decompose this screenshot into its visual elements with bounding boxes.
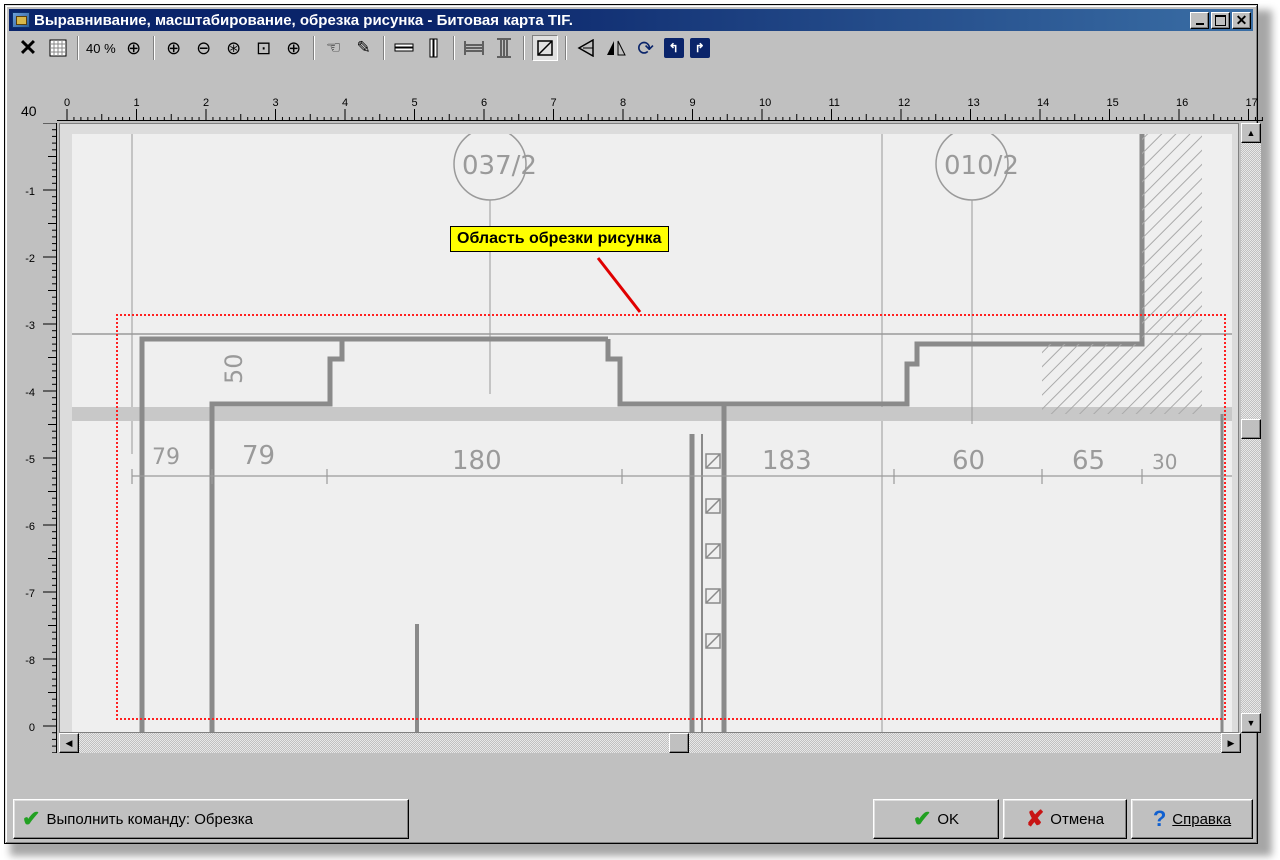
vertical-ruler: -1 -2 -3 -4 -5 -6 -7 -8 0 — [17, 123, 57, 753]
ruler-label: 1 — [134, 97, 140, 109]
ruler-label: 13 — [968, 97, 980, 109]
horizontal-ruler: 0 1 2 3 4 5 6 7 8 9 10 11 12 13 14 15 16 17 — [57, 95, 1263, 121]
checkmark-icon: ✔ — [912, 806, 932, 831]
vertical-align-icon[interactable] — [422, 35, 446, 61]
ruler-label: -1 — [25, 186, 35, 198]
mirror-icon[interactable] — [604, 35, 628, 61]
rotate-right-icon[interactable]: ↱ — [689, 38, 710, 58]
cancel-label: Отмена — [1050, 810, 1105, 828]
grid-icon[interactable] — [46, 35, 70, 61]
ruler-label: -7 — [25, 588, 35, 600]
ruler-label: 12 — [898, 97, 910, 109]
help-question-icon: ? — [1152, 806, 1167, 831]
crop-dialog-window: Выравнивание, масштабирование, обрезка р… — [4, 4, 1263, 844]
zoom-fit-icon[interactable]: ⊛ — [222, 35, 246, 61]
zoom-in-icon[interactable]: ⊕ — [162, 35, 186, 61]
cancel-button[interactable]: ✘ Отмена — [1003, 799, 1127, 839]
ruler-label: 16 — [1176, 97, 1188, 109]
ruler-label: 2 — [203, 97, 209, 109]
zoom-out-icon[interactable]: ⊖ — [192, 35, 216, 61]
toolbar-separator — [312, 36, 315, 60]
crop-area-callout: Область обрезки рисунка — [450, 226, 669, 252]
toolbar-separator — [522, 36, 525, 60]
vertical-scrollbar[interactable]: ▲ ▼ — [1241, 123, 1261, 733]
window-title: Выравнивание, масштабирование, обрезка р… — [34, 11, 573, 29]
ruler-label: 3 — [273, 97, 279, 109]
scroll-right-button[interactable]: ▶ — [1221, 733, 1241, 753]
toolbar-separator — [452, 36, 455, 60]
app-image-icon[interactable] — [12, 12, 30, 28]
help-label: Справка — [1172, 810, 1232, 828]
ruler-label: 0 — [29, 722, 35, 734]
zoom-window-icon[interactable]: ⊡ — [252, 35, 276, 61]
crop-icon[interactable] — [531, 35, 558, 61]
ruler-label: 5 — [412, 97, 418, 109]
ruler-label: -3 — [25, 320, 35, 332]
toolbar-separator — [382, 36, 385, 60]
fit-width-icon[interactable] — [462, 35, 486, 61]
rotate-left-icon[interactable]: ↰ — [663, 38, 684, 58]
horizontal-align-icon[interactable] — [392, 35, 416, 61]
ruler-label: 9 — [690, 97, 696, 109]
close-icon: ✕ — [1235, 12, 1248, 28]
ruler-label: 6 — [481, 97, 487, 109]
toolbar-separator — [77, 36, 79, 60]
ruler-label: 0 — [64, 97, 70, 109]
zoom-plus-icon[interactable]: ⊕ — [282, 35, 306, 61]
skew-icon[interactable] — [574, 35, 598, 61]
ruler-label: -4 — [25, 387, 35, 399]
ok-button[interactable]: ✔ OK — [873, 799, 999, 839]
ruler-label: 17 — [1246, 97, 1258, 109]
checkmark-icon: ✔ — [22, 806, 41, 831]
rotate-icon[interactable]: ⟳ — [634, 35, 658, 61]
horizontal-scroll-thumb[interactable] — [669, 733, 689, 753]
ruler-label: -8 — [25, 655, 35, 667]
ruler-label: -6 — [25, 521, 35, 533]
horizontal-scrollbar[interactable]: ◀ ▶ — [59, 733, 1241, 753]
close-x-icon[interactable]: ✕ — [16, 35, 40, 61]
image-canvas[interactable]: 037/2 010/2 79 79 180 183 60 65 30 50 Об… — [59, 123, 1239, 733]
ruler-label: 11 — [829, 97, 840, 109]
toolbar: ✕ 40 % ⊕ ⊕ ⊖ ⊛ ⊡ ⊕ ☜ ✎ ⟳ ↰ ↱ — [9, 33, 1253, 63]
ruler-label: 7 — [551, 97, 557, 109]
brush-icon[interactable]: ✎ — [352, 35, 376, 61]
ruler-label: -5 — [25, 454, 35, 466]
minimize-button[interactable] — [1190, 11, 1209, 29]
cancel-cross-icon: ✘ — [1025, 806, 1045, 831]
ruler-label: -2 — [25, 253, 35, 265]
toolbar-separator — [564, 36, 567, 60]
ruler-label: 8 — [620, 97, 626, 109]
ruler-label: 15 — [1107, 97, 1119, 109]
vertical-scroll-thumb[interactable] — [1241, 419, 1261, 439]
scanned-drawing: 037/2 010/2 79 79 180 183 60 65 30 50 Об… — [72, 134, 1232, 732]
scroll-up-button[interactable]: ▲ — [1241, 123, 1261, 143]
pan-hand-icon[interactable]: ☜ — [322, 35, 346, 61]
ruler-corner-label: 40 — [21, 103, 37, 119]
ruler-label: 14 — [1037, 97, 1049, 109]
ruler-label: 4 — [342, 97, 348, 109]
close-window-button[interactable]: ✕ — [1232, 11, 1251, 29]
execute-command-label: Выполнить команду: Обрезка — [46, 810, 253, 828]
toolbar-separator — [152, 36, 155, 60]
zoom-in-dropdown-icon[interactable]: ⊕ — [122, 35, 146, 61]
help-button[interactable]: ? Справка — [1131, 799, 1253, 839]
scroll-left-button[interactable]: ◀ — [59, 733, 79, 753]
scroll-down-button[interactable]: ▼ — [1241, 713, 1261, 733]
ruler-label: 10 — [759, 97, 771, 109]
fit-height-icon[interactable] — [492, 35, 516, 61]
title-bar[interactable]: Выравнивание, масштабирование, обрезка р… — [9, 9, 1253, 31]
ok-label: OK — [937, 810, 960, 828]
zoom-level-label: 40 % — [86, 40, 116, 56]
execute-command-button[interactable]: ✔ Выполнить команду: Обрезка — [13, 799, 409, 839]
maximize-button[interactable] — [1211, 11, 1230, 29]
